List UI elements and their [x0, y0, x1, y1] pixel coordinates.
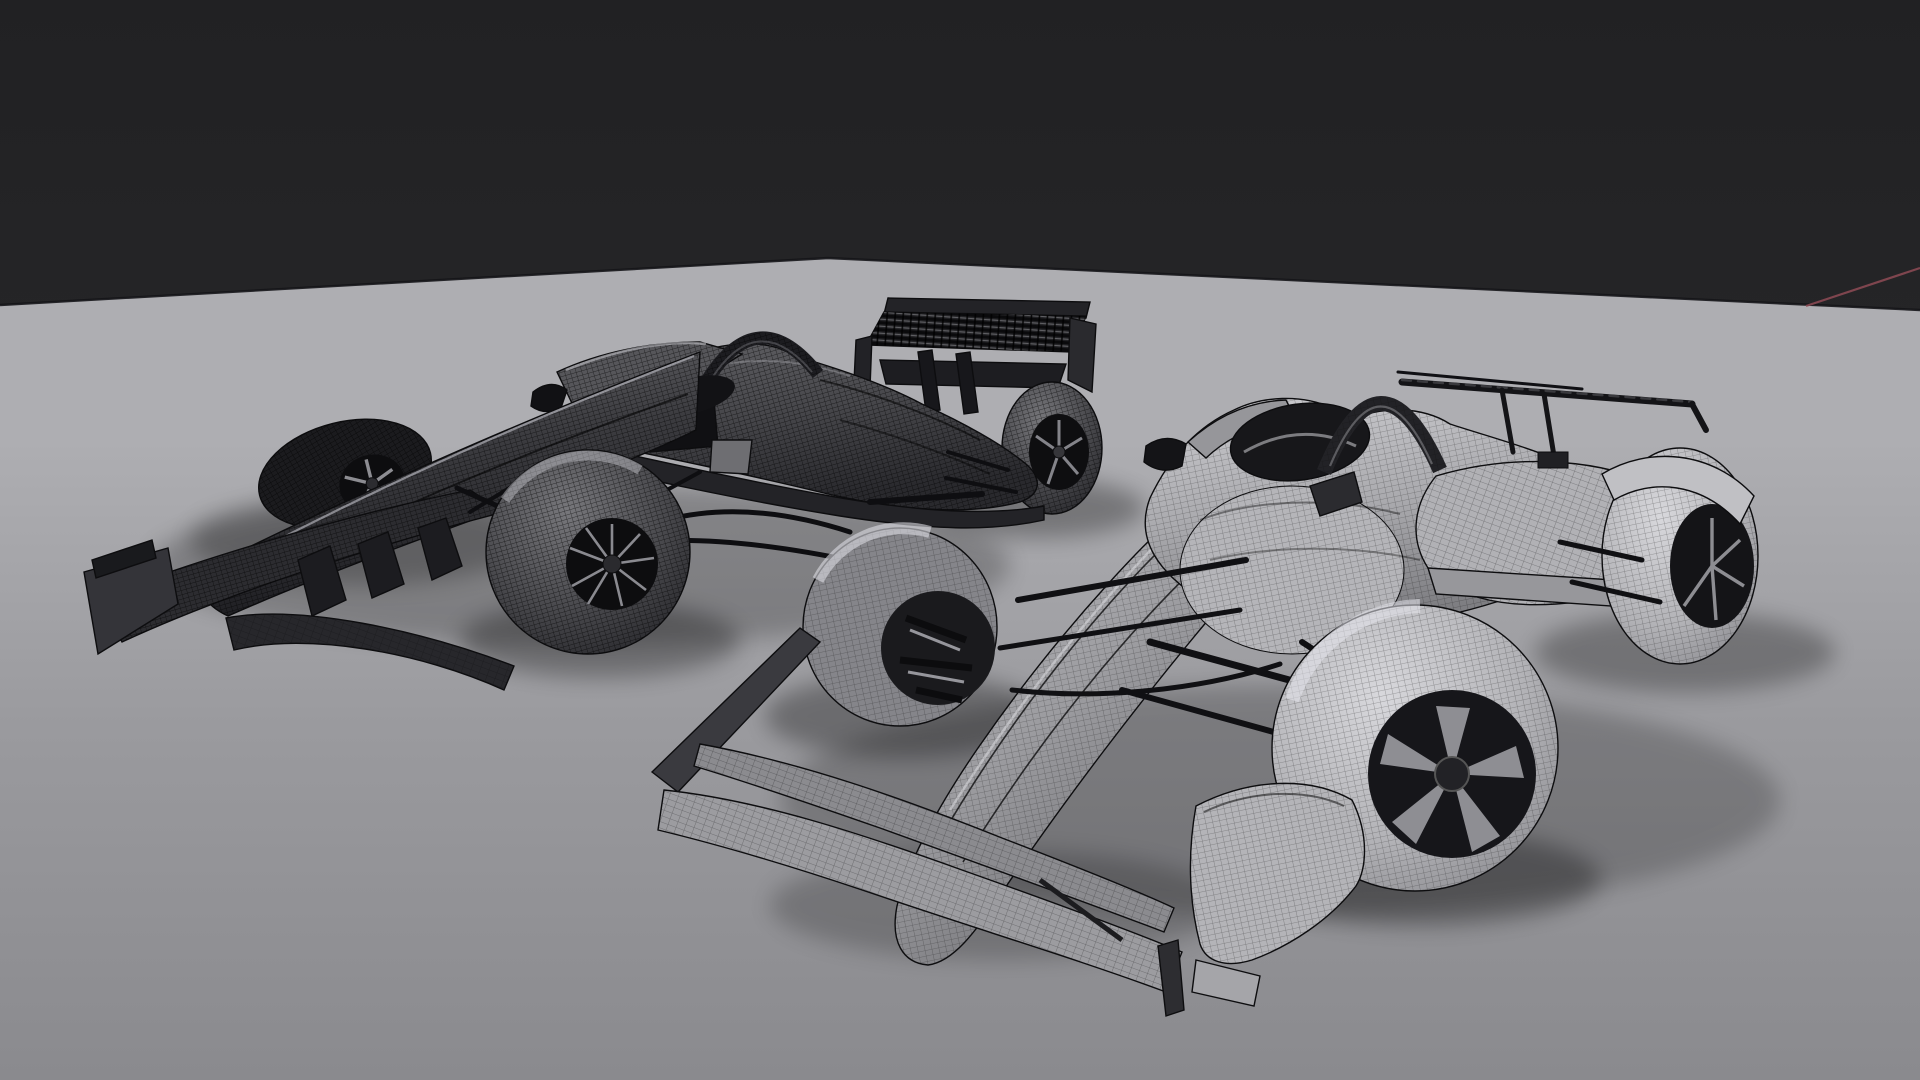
car-right-far-front-wheel[interactable] — [803, 528, 997, 726]
car-left-front-wheel[interactable] — [486, 450, 690, 654]
car-left-sidepod-panel — [710, 440, 752, 474]
viewport-canvas[interactable]: Ground plane X axis grid line Race car m… — [0, 0, 1920, 1080]
viewport-3d[interactable]: Ground plane X axis grid line Race car m… — [0, 0, 1920, 1080]
car-right-mirror — [1144, 438, 1186, 470]
